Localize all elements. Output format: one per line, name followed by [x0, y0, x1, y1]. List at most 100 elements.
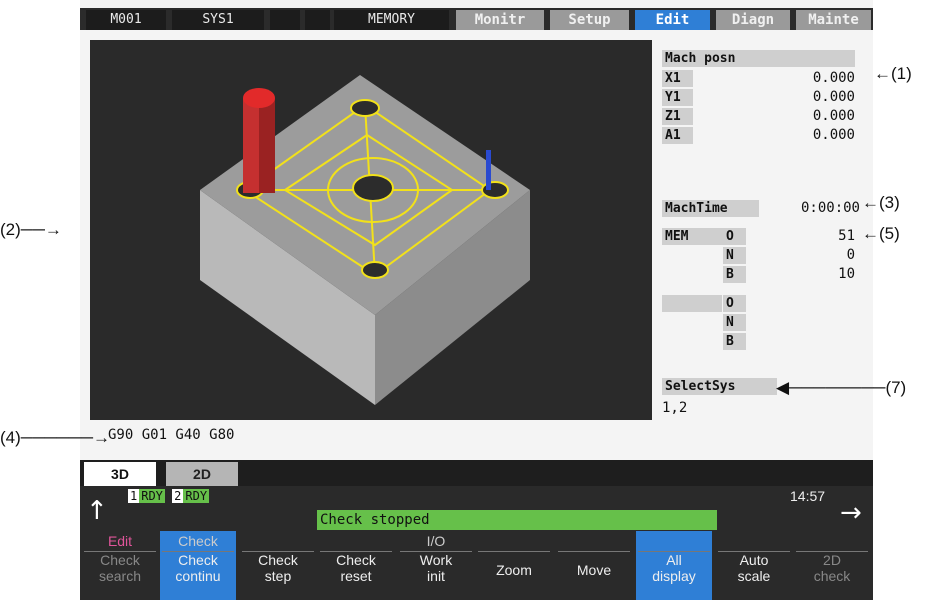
menu-key-group-label: Edit [107, 533, 133, 549]
menu-key-group-label: Check [160, 531, 236, 551]
status-slot-blank-2 [305, 10, 330, 30]
axis-name: X1 [662, 70, 693, 87]
block-b-value: 10 [838, 266, 855, 282]
axis-value: 0.000 [812, 108, 855, 124]
modal-gcode-info: G90 G01 G40 G80 [108, 427, 235, 443]
rdy1-indicator: RDY [139, 489, 165, 503]
callout-7: ◀────────(7) [776, 378, 907, 397]
mode-tab-monitor[interactable]: Monitr [456, 10, 544, 30]
menu-key[interactable]: All display [636, 531, 712, 600]
sequence-n-label-2: N [723, 314, 746, 331]
menu-key-label: scale [737, 568, 771, 584]
menu-key[interactable]: I/O Work init [398, 531, 474, 600]
menu-key-label: Check [336, 552, 376, 568]
operation-mode: MEMORY [334, 10, 449, 30]
axis-name: A1 [662, 127, 693, 144]
status-slot-blank-1 [270, 10, 300, 30]
callout-4: (4)──────→ [0, 428, 111, 447]
menu-key-group-label: I/O [426, 533, 446, 549]
mem-label: MEM [662, 228, 725, 245]
sequence-n-value-2 [760, 314, 855, 331]
callout-1: ←(1) [874, 64, 912, 83]
axis-value: 0.000 [812, 70, 855, 86]
mach-posn-title: Mach posn [662, 50, 855, 67]
menu-key-label: search [98, 568, 142, 584]
menu-key[interactable]: 2D check [794, 531, 870, 600]
rdy1-number: 1 [128, 489, 140, 503]
menu-next-icon[interactable]: → [840, 498, 862, 528]
menu-key-group-label [240, 531, 316, 551]
tab-2d[interactable]: 2D [166, 462, 238, 486]
device-number: M001 [86, 10, 166, 30]
mode-tab-edit[interactable]: Edit [635, 10, 710, 30]
menu-key-group-label [476, 531, 552, 551]
menu-key-group-label [636, 531, 712, 551]
menu-key-label: Check [100, 552, 140, 568]
menu-key-label: Move [576, 562, 612, 578]
axis-value: 0.000 [812, 89, 855, 105]
callout-3: ←(3) [862, 193, 900, 212]
menu-key-group-label [794, 531, 870, 551]
menu-key[interactable]: Check Check continu [160, 531, 236, 600]
program-o-value-2 [760, 295, 855, 312]
menu-key[interactable]: Edit Check search [82, 531, 158, 600]
menu-key[interactable]: Check step [240, 531, 316, 600]
program-o-label-2: O [723, 295, 746, 312]
menu-key[interactable]: Move [556, 531, 632, 600]
axis-name: Z1 [662, 108, 693, 125]
mach-time-label: MachTime [662, 200, 759, 217]
menu-key-label: check [813, 568, 851, 584]
tool-marker [486, 150, 491, 190]
menu-key-label: continu [175, 568, 221, 584]
sequence-n-label: N [723, 247, 746, 264]
menu-key-group-label [716, 531, 792, 551]
status-message: Check stopped [317, 510, 717, 530]
menu-key-group-label [318, 531, 394, 551]
rdy2-number: 2 [172, 489, 184, 503]
workpiece-3d-view [200, 75, 530, 405]
block-b-label: B [723, 266, 746, 283]
mode-tab-maintenance[interactable]: Mainte [796, 10, 871, 30]
menu-key-label: display [652, 568, 696, 584]
menu-key-label: Check [178, 552, 218, 568]
tab-3d[interactable]: 3D [84, 462, 156, 486]
block-b-label-2: B [723, 333, 746, 350]
mem-label-2 [662, 295, 722, 312]
tool-tip [243, 88, 275, 108]
menu-key-label: Zoom [496, 562, 532, 578]
callout-2: (2)──→ [0, 220, 62, 239]
mode-tab-diagnosis[interactable]: Diagn [716, 10, 790, 30]
menu-key[interactable]: Zoom [476, 531, 552, 600]
sequence-n-value: 0 [846, 247, 855, 263]
rdy2-indicator: RDY [183, 489, 210, 503]
graphic-check-viewport[interactable] [90, 40, 652, 420]
mach-time-value: 0:00:00 [800, 200, 860, 216]
system-name: SYS1 [172, 10, 264, 30]
menu-key[interactable]: Auto scale [716, 531, 792, 600]
axis-name: Y1 [662, 89, 693, 106]
axis-value: 0.000 [812, 127, 855, 143]
menu-key-label: Check [258, 552, 298, 568]
program-o-value: 51 [838, 228, 855, 244]
clock: 14:57 [790, 488, 826, 504]
menu-key[interactable]: Check reset [318, 531, 394, 600]
right-hole [481, 181, 509, 199]
menu-key-label: init [427, 568, 445, 584]
select-sys-label: SelectSys [662, 378, 777, 395]
program-o-label: O [723, 228, 746, 245]
menu-key-label: 2D [823, 552, 841, 568]
bottom-hole [361, 261, 389, 279]
center-pocket [352, 174, 394, 202]
callout-5: ←(5) [862, 224, 900, 243]
select-sys-value: 1,2 [662, 400, 688, 416]
block-b-value-2 [760, 333, 855, 350]
top-hole [350, 99, 380, 117]
menu-key-label: Auto [739, 552, 769, 568]
mode-tab-setup[interactable]: Setup [550, 10, 629, 30]
menu-key-group-label [556, 531, 632, 551]
menu-key-label: All [666, 552, 682, 568]
menu-key-label: step [264, 568, 292, 584]
menu-key-label: reset [340, 568, 372, 584]
menu-key-label: Work [419, 552, 453, 568]
menu-up-icon[interactable]: ↑ [86, 497, 114, 525]
